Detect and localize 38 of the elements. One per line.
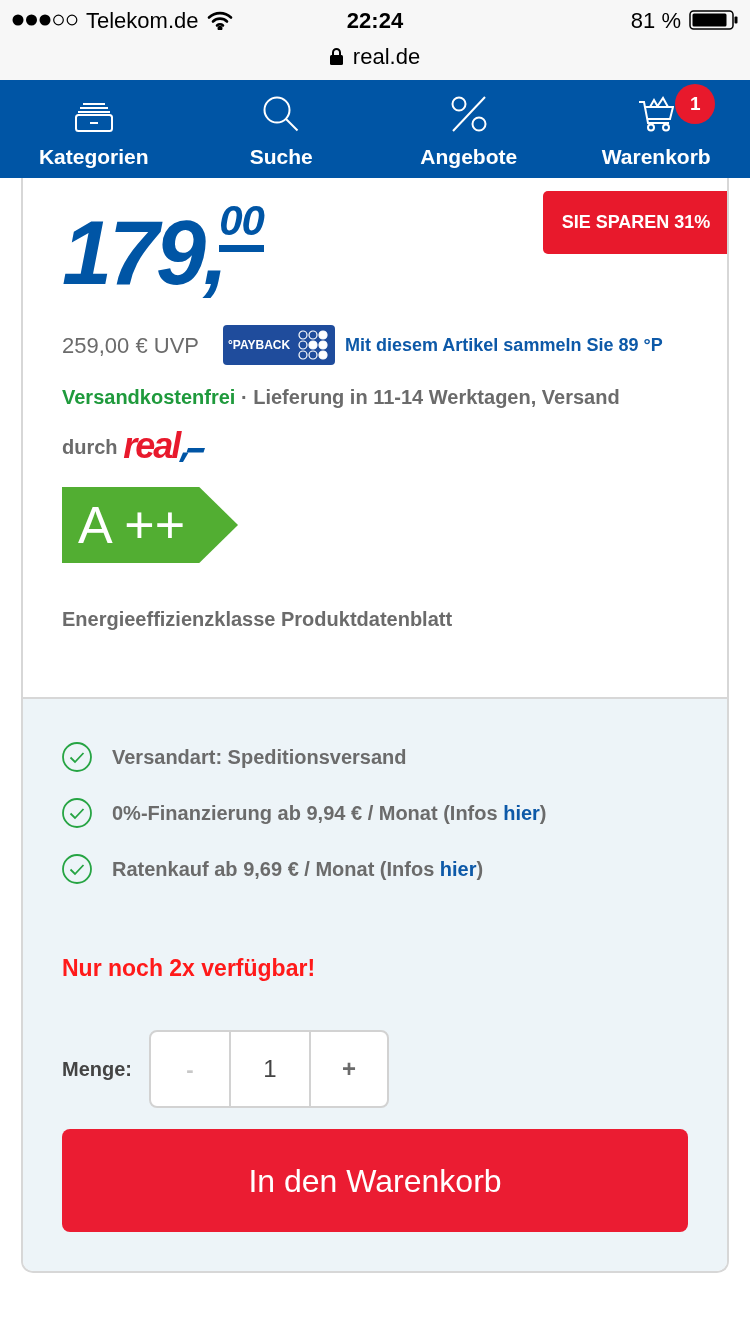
list-price-text: 259,00 € UVP <box>62 331 199 360</box>
feature-text: Versandart: Speditionsversand <box>112 745 407 770</box>
check-circle-icon <box>62 798 92 828</box>
carrier-name: Telekom.de <box>86 6 199 35</box>
signal-icon <box>12 14 78 26</box>
info-link[interactable]: hier <box>503 802 540 824</box>
check-circle-icon <box>62 742 92 772</box>
info-link[interactable]: hier <box>439 858 477 880</box>
payback-wordmark: °PAYBACK <box>228 339 291 351</box>
delivery-text: Versandkostenfrei · Lieferung in 11-14 Werktagen, Versand durch real <box>62 385 621 468</box>
nav-item[interactable]: Kategorien <box>38 80 149 178</box>
battery-icon <box>689 10 738 30</box>
quantity-field[interactable]: 1 <box>229 1032 311 1106</box>
search-icon <box>263 96 300 132</box>
nav-item[interactable]: Angebote <box>420 80 518 178</box>
nav-item[interactable]: Suche <box>249 80 313 178</box>
add-to-cart-button[interactable]: In den Warenkorb <box>62 1129 688 1232</box>
feature-text: Ratenkauf ab 9,69 € / Monat (Infos hier) <box>112 857 484 882</box>
stock-notice: Nur noch 2x verfügbar! <box>62 953 317 983</box>
feature-text: 0%-Finanzierung ab 9,94 € / Monat (Infos hier) <box>112 801 547 826</box>
wifi-icon <box>206 10 233 30</box>
check-circle-icon <box>62 854 92 884</box>
clock-time: 22:24 <box>346 6 404 35</box>
cart-icon <box>638 96 675 132</box>
increment-button[interactable]: + <box>311 1032 387 1106</box>
address-text[interactable]: real.de <box>352 39 421 73</box>
percent-icon <box>450 96 487 132</box>
battery-percent: 81 % <box>630 6 681 35</box>
slash-icon <box>179 446 206 462</box>
tray-icon <box>74 102 113 132</box>
seller-logo: real <box>123 430 180 462</box>
dots-icon <box>298 330 328 360</box>
discount-badge: SIE SPAREN 31% <box>543 191 727 254</box>
lock-icon <box>329 47 343 65</box>
payback-points-link[interactable]: Mit diesem Artikel sammeln Sie 89 °P <box>345 335 663 355</box>
cart-count-badge: 1 <box>675 84 716 124</box>
quantity-label: Menge: <box>62 1057 132 1082</box>
energy-info-text: Energieeffizienzklasse Produktdatenblatt <box>62 607 454 632</box>
